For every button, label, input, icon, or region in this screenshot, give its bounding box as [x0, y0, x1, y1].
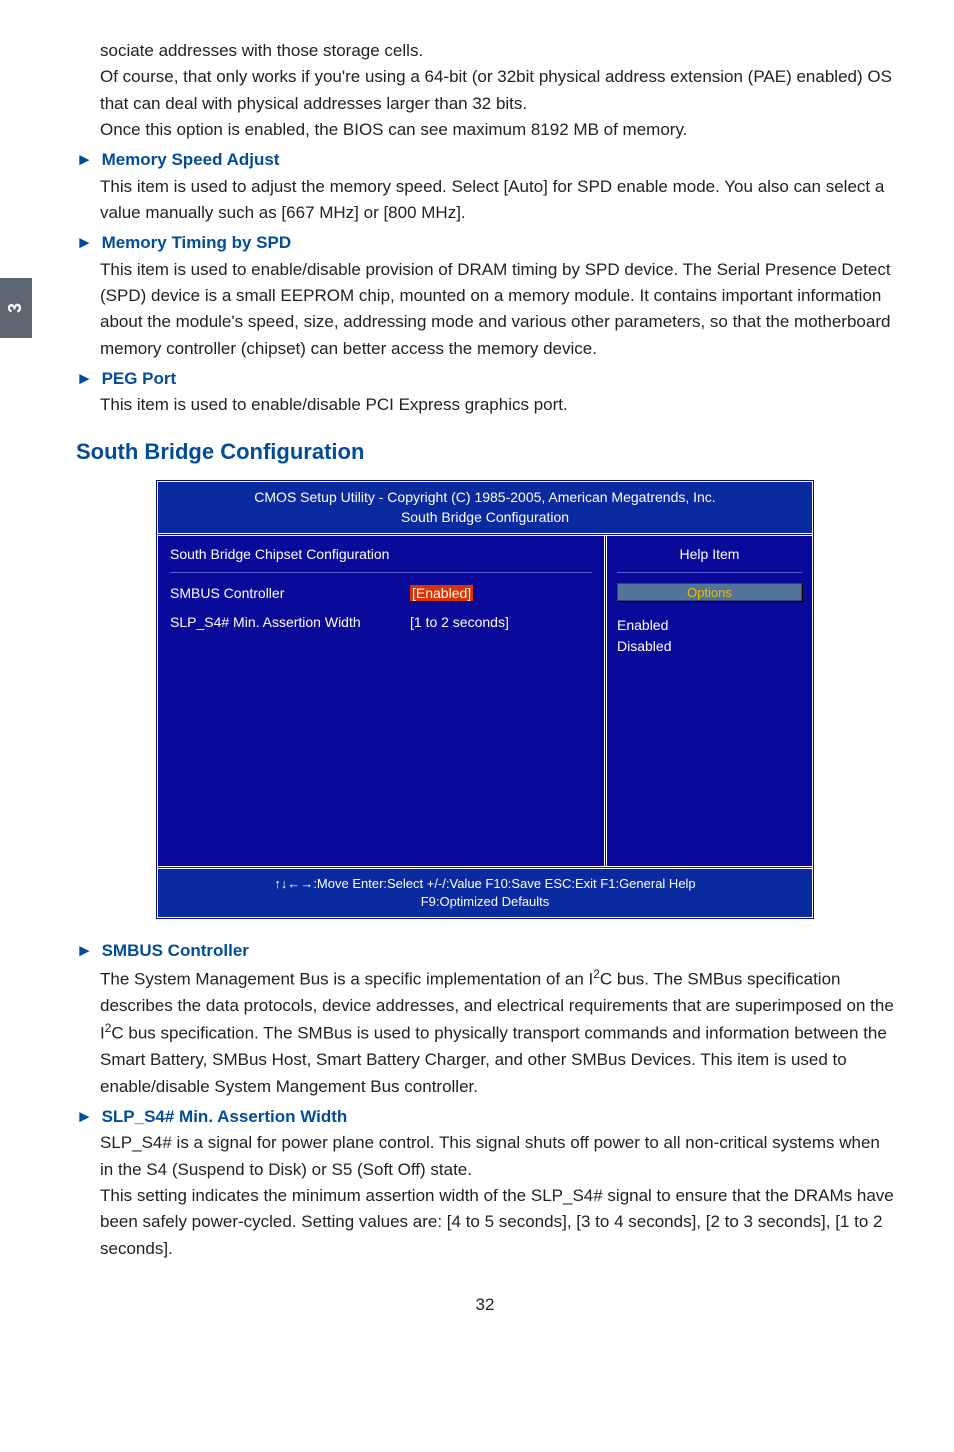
- option-enabled: Enabled: [617, 615, 802, 637]
- row-value-selected: [Enabled]: [410, 583, 473, 605]
- bios-row-slp[interactable]: SLP_S4# Min. Assertion Width [1 to 2 sec…: [170, 612, 592, 634]
- triangle-icon: ►: [76, 938, 93, 964]
- intro-line-1: sociate addresses with those storage cel…: [100, 38, 894, 64]
- option-disabled: Disabled: [617, 636, 802, 658]
- superscript-2: 2: [593, 967, 600, 981]
- bios-footer: ↑↓←→:Move Enter:Select +/-/:Value F10:Sa…: [158, 866, 812, 917]
- memory-timing-body: This item is used to enable/disable prov…: [100, 257, 894, 362]
- heading-peg-port: ► PEG Port: [76, 366, 894, 392]
- triangle-icon: ►: [76, 230, 93, 256]
- bios-foot-line2: F9:Optimized Defaults: [162, 893, 808, 911]
- chapter-number: 3: [2, 303, 30, 313]
- heading-text: SMBUS Controller: [102, 941, 249, 960]
- smbus-body: The System Management Bus is a specific …: [100, 965, 894, 1100]
- heading-memory-timing: ► Memory Timing by SPD: [76, 230, 894, 256]
- triangle-icon: ►: [76, 366, 93, 392]
- intro-line-2: Of course, that only works if you're usi…: [100, 64, 894, 117]
- heading-smbus: ► SMBUS Controller: [76, 938, 894, 964]
- heading-text: Memory Speed Adjust: [102, 150, 280, 169]
- bios-title-bar: CMOS Setup Utility - Copyright (C) 1985-…: [158, 482, 812, 533]
- triangle-icon: ►: [76, 147, 93, 173]
- options-button[interactable]: Options: [617, 583, 802, 601]
- slp-body-1: SLP_S4# is a signal for power plane cont…: [100, 1130, 894, 1183]
- bios-foot-line1: ↑↓←→:Move Enter:Select +/-/:Value F10:Sa…: [162, 875, 808, 893]
- heading-text: PEG Port: [102, 369, 177, 388]
- heading-memory-speed: ► Memory Speed Adjust: [76, 147, 894, 173]
- chapter-tab: 3: [0, 278, 32, 338]
- intro-line-3: Once this option is enabled, the BIOS ca…: [100, 117, 894, 143]
- peg-port-body: This item is used to enable/disable PCI …: [100, 392, 894, 418]
- triangle-icon: ►: [76, 1104, 93, 1130]
- row-label: SLP_S4# Min. Assertion Width: [170, 612, 410, 634]
- bios-left-header: South Bridge Chipset Configuration: [170, 544, 592, 573]
- bios-title-line2: South Bridge Configuration: [162, 508, 808, 528]
- bios-title-line1: CMOS Setup Utility - Copyright (C) 1985-…: [162, 488, 808, 508]
- page-number: 32: [76, 1292, 894, 1318]
- memory-speed-body: This item is used to adjust the memory s…: [100, 174, 894, 227]
- bios-row-smbus[interactable]: SMBUS Controller [Enabled]: [170, 583, 592, 605]
- section-title: South Bridge Configuration: [76, 435, 894, 469]
- heading-text: SLP_S4# Min. Assertion Width: [102, 1107, 348, 1126]
- slp-body-2: This setting indicates the minimum asser…: [100, 1183, 894, 1262]
- row-label: SMBUS Controller: [170, 583, 410, 605]
- row-value: [1 to 2 seconds]: [410, 612, 509, 634]
- bios-left-pane: South Bridge Chipset Configuration SMBUS…: [158, 536, 607, 866]
- bios-right-header: Help Item: [617, 544, 802, 573]
- heading-slp: ► SLP_S4# Min. Assertion Width: [76, 1104, 894, 1130]
- bios-screenshot: CMOS Setup Utility - Copyright (C) 1985-…: [155, 479, 815, 921]
- bios-right-pane: Help Item Options Enabled Disabled: [607, 536, 812, 866]
- selected-value: [Enabled]: [410, 585, 473, 601]
- heading-text: Memory Timing by SPD: [102, 233, 292, 252]
